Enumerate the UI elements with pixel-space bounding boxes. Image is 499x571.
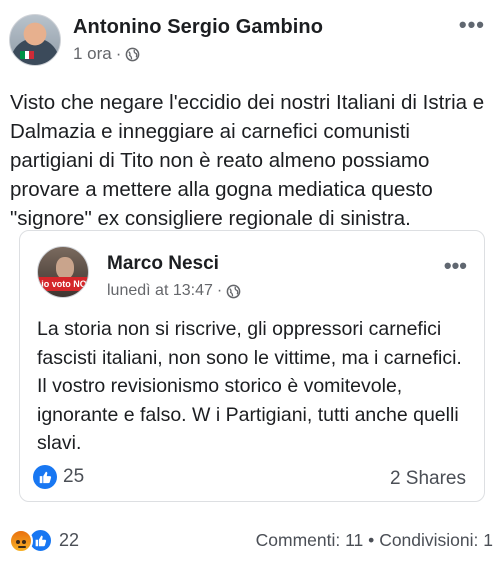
meta-separator: · <box>115 44 122 63</box>
post-text: Visto che negare l'eccidio dei nostri It… <box>10 91 485 230</box>
shared-post-text: La storia non si riscrive, gli oppressor… <box>37 318 462 454</box>
avatar-badge: io voto NO <box>38 277 88 291</box>
shares-count[interactable]: Condivisioni: 1 <box>379 530 493 550</box>
shared-shares-count[interactable]: 2 Shares <box>390 468 466 490</box>
shared-post-card[interactable]: io voto NO Marco Nesci lunedì at 13:47 ·… <box>19 230 485 502</box>
author-avatar[interactable] <box>9 14 61 66</box>
like-icon <box>33 465 57 489</box>
shared-author-name[interactable]: Marco Nesci <box>107 253 219 275</box>
post-time[interactable]: 1 ora <box>73 44 112 64</box>
author-name[interactable]: Antonino Sergio Gambino <box>73 16 323 39</box>
like-count: 25 <box>63 466 85 487</box>
meta-separator: · <box>216 282 223 299</box>
more-options-icon[interactable]: ••• <box>459 12 485 38</box>
shared-likes[interactable]: 25 <box>33 465 84 489</box>
globe-icon <box>126 47 140 61</box>
shared-post-meta: lunedì at 13:47 · <box>107 282 241 300</box>
avatar-face <box>56 257 74 279</box>
angry-reaction-icon <box>9 528 33 553</box>
reaction-count: 22 <box>59 530 80 550</box>
italy-flag-icon <box>20 51 35 59</box>
shared-more-options-icon[interactable]: ••• <box>444 253 467 279</box>
globe-icon <box>226 284 241 298</box>
shared-post-time[interactable]: lunedì at 13:47 <box>107 282 213 300</box>
reactions-summary[interactable]: 22 <box>9 528 79 553</box>
shared-author-avatar[interactable]: io voto NO <box>37 246 89 298</box>
facebook-post: Antonino Sergio Gambino 1 ora · ••• Vist… <box>0 0 499 571</box>
post-meta: 1 ora · <box>73 44 140 64</box>
stats-separator: • <box>368 530 375 550</box>
engagement-stats: Commenti: 11 • Condivisioni: 1 <box>256 530 493 551</box>
comments-count[interactable]: Commenti: 11 <box>256 530 364 550</box>
